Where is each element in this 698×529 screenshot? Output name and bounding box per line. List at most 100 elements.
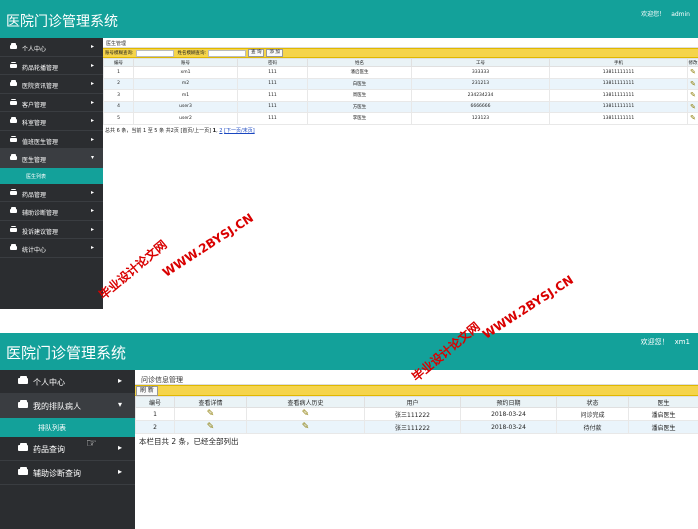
column-header: 医生 (628, 396, 698, 408)
sidebar-item-drugs[interactable]: 药品管理 ▸ (0, 184, 103, 202)
sidebar-item-diagnosis[interactable]: 辅助诊断管理 ▸ (0, 202, 103, 221)
pencil-icon[interactable]: ✎ (690, 68, 696, 76)
pencil-icon[interactable]: ✎ (690, 103, 696, 111)
sidebar-item-queue-patients[interactable]: 我的排队病人 ▾ (0, 394, 135, 418)
sidebar-item-statistics[interactable]: 统计中心 ▸ (0, 239, 103, 258)
sidebar-item-diagnosis-query[interactable]: 辅助诊断查询 ▸ (0, 461, 135, 485)
cell-password: 111 (237, 77, 308, 90)
sidebar-subitem-doctor-list[interactable]: 医生列表 (0, 167, 103, 184)
folder-icon (18, 466, 28, 475)
pencil-icon[interactable]: ✎ (207, 409, 215, 419)
folder-icon (10, 80, 17, 86)
folder-icon (10, 98, 17, 105)
chevron-right-icon: ▸ (90, 188, 94, 196)
cell-id: 1 (135, 407, 175, 421)
sidebar-item-carousel[interactable]: 药品轮播管理 ▸ (0, 57, 103, 75)
column-header: 工号 (411, 58, 550, 67)
page-separator: , (216, 127, 218, 134)
cell-staff-no: 6666666 (411, 100, 550, 113)
sidebar-item-personal-center[interactable]: 个人中心 ▸ (0, 38, 103, 57)
cell-id: 1 (103, 66, 134, 79)
edit-cell: ✎ (687, 77, 698, 90)
username[interactable]: xm1 (675, 338, 690, 346)
sidebar-item-departments[interactable]: 科室管理 ▸ (0, 112, 103, 131)
sidebar-item-label: 辅助诊断查询 (33, 469, 81, 478)
table-row: 1 ✎ ✎ 张三111222 2018-03-24 问诊完成 潘启医生 (135, 407, 698, 421)
folder-icon (10, 61, 17, 68)
sidebar-item-news[interactable]: 医院资讯管理 ▸ (0, 75, 103, 94)
chevron-right-icon: ▸ (90, 43, 94, 50)
cell-doctor: 潘启医生 (628, 420, 698, 434)
sidebar-item-label: 科室管理 (22, 120, 47, 127)
cell-phone: 13811111111 (549, 100, 688, 113)
sidebar-item-label: 我的排队病人 (33, 402, 81, 411)
cell-date: 2018-03-24 (460, 420, 557, 434)
pencil-icon[interactable]: ✎ (690, 91, 696, 99)
sidebar: 个人中心 ▸ 药品轮播管理 ▸ 医院资讯管理 ▸ 客户管理 ▸ 科室管理 ▸ 值班医生管理… (0, 38, 103, 309)
sidebar-item-personal-center[interactable]: 个人中心 ▸ (0, 370, 135, 394)
consultation-table: 编号 查看详情 查看病人历史 用户 预约日期 状态 医生 1 ✎ ✎ 张三111… (135, 396, 698, 434)
chevron-right-icon: ▸ (90, 117, 94, 124)
chevron-right-icon: ▸ (90, 98, 94, 106)
pencil-icon[interactable]: ✎ (690, 80, 696, 88)
table-header-row: 编号 账号 密码 姓名 工号 手机 修改 (103, 58, 698, 67)
welcome-text: 欢迎您！ (640, 338, 669, 346)
sidebar-item-label: 药品查询 (33, 445, 65, 454)
account-search-input[interactable] (135, 49, 174, 57)
sidebar: 个人中心 ▸ 我的排队病人 ▾ 排队列表 药品查询 ▸ 辅助诊断查询 ▸ (0, 370, 135, 529)
folder-icon (10, 154, 17, 160)
action-toolbar: 刷 新 (135, 385, 698, 396)
history-cell: ✎ (246, 407, 365, 421)
app-title: 医院门诊管理系统 (6, 344, 127, 362)
sidebar-item-doctors[interactable]: 医生管理 ▾ (0, 149, 103, 168)
cell-password: 111 (237, 89, 308, 102)
cell-account: m1 (133, 89, 238, 102)
sidebar-item-complaints[interactable]: 投诉建议管理 ▸ (0, 221, 103, 239)
column-header: 预约日期 (460, 396, 557, 408)
pencil-icon[interactable]: ✎ (302, 422, 310, 432)
add-button[interactable]: 添 加 (266, 49, 283, 57)
table-row: 5 user2 111 李医生 123123 13811111111 ✎ (103, 112, 698, 125)
cell-account: xm1 (133, 66, 238, 79)
sidebar-item-label: 客户管理 (22, 101, 47, 109)
name-search-input[interactable] (208, 49, 247, 57)
sidebar-item-duty-doctors[interactable]: 值班医生管理 ▸ (0, 131, 103, 149)
chevron-down-icon: ▾ (90, 154, 94, 161)
next-page-link[interactable]: [下一页/末页] (224, 128, 255, 134)
cell-date: 2018-03-24 (460, 407, 557, 421)
query-button[interactable]: 查 询 (248, 49, 265, 57)
chevron-right-icon: ▸ (90, 61, 94, 69)
sidebar-item-label: 辅助诊断管理 (22, 210, 59, 217)
chevron-down-icon: ▾ (117, 400, 122, 409)
table-row: 4 user3 111 方医生 6666666 13811111111 ✎ (103, 100, 698, 113)
username[interactable]: admin (671, 11, 690, 18)
column-header: 修改 (687, 58, 698, 67)
pencil-icon[interactable]: ✎ (302, 409, 310, 419)
chevron-right-icon: ▸ (117, 376, 122, 385)
column-header: 编号 (103, 58, 134, 67)
refresh-button[interactable]: 刷 新 (136, 385, 158, 396)
cell-status: 问诊完成 (556, 407, 629, 421)
pencil-icon[interactable]: ✎ (690, 114, 696, 122)
cell-phone: 13811111111 (549, 66, 688, 79)
welcome-area: 欢迎您！ xm1 (635, 337, 690, 347)
sidebar-subitem-queue-list[interactable]: 排队列表 (0, 418, 135, 437)
cell-account: user3 (133, 100, 238, 113)
pencil-icon[interactable]: ✎ (207, 422, 215, 432)
sidebar-item-drug-query[interactable]: 药品查询 ▸ (0, 437, 135, 461)
details-cell: ✎ (174, 407, 247, 421)
chevron-right-icon: ▸ (90, 207, 94, 214)
edit-cell: ✎ (687, 66, 698, 79)
page-2-link[interactable]: 2 (219, 128, 222, 134)
folder-icon (18, 442, 28, 451)
cell-phone: 13811111111 (549, 112, 688, 125)
top-header: 医院门诊管理系统 欢迎您！ xm1 (0, 333, 698, 370)
folder-icon (10, 225, 17, 232)
cell-staff-no: 234234234 (411, 89, 550, 102)
chevron-right-icon: ▸ (90, 80, 94, 87)
sidebar-item-customers[interactable]: 客户管理 ▸ (0, 94, 103, 112)
sidebar-item-label: 投诉建议管理 (22, 228, 59, 236)
table-row: 2 m2 111 白医生 231213 13811111111 ✎ (103, 77, 698, 90)
column-header: 账号 (133, 58, 238, 67)
column-header: 密码 (237, 58, 308, 67)
